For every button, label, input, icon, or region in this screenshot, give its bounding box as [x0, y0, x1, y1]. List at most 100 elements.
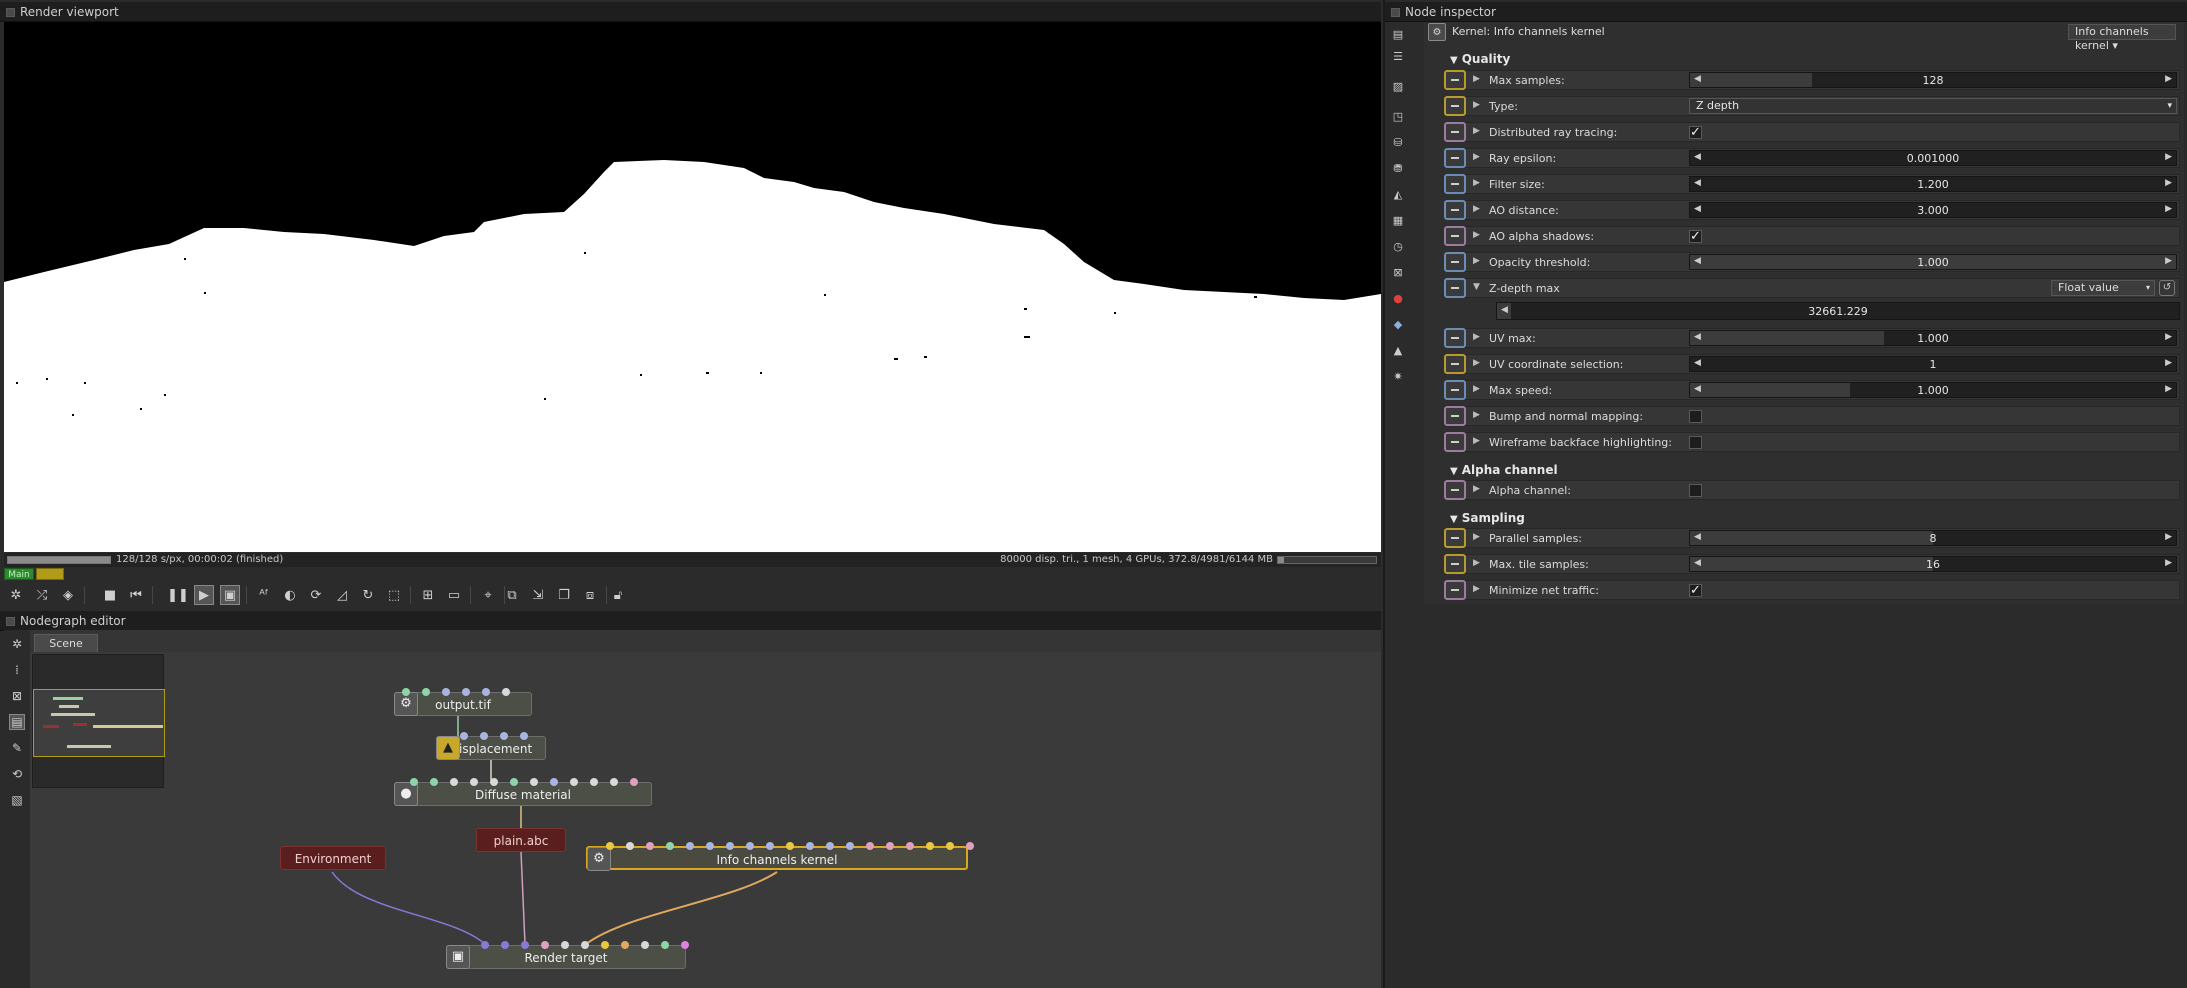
alpha-channel-checkbox[interactable] [1689, 484, 1702, 497]
input-pin[interactable] [520, 732, 528, 740]
input-pin[interactable] [726, 842, 734, 850]
expand-icon[interactable]: ▶ [1473, 230, 1480, 240]
zoom-region-icon[interactable]: ⊞ [418, 585, 438, 605]
panel-menu-icon[interactable] [1391, 8, 1400, 17]
expand-icon[interactable]: ▶ [1473, 436, 1480, 446]
input-pin[interactable] [646, 842, 654, 850]
distributed-checkbox[interactable]: ✓ [1689, 126, 1702, 139]
uv-coord-slider[interactable]: ◀ 1 ▶ [1689, 356, 2177, 372]
input-pin[interactable] [500, 732, 508, 740]
input-pin[interactable] [606, 842, 614, 850]
ao-alpha-checkbox[interactable]: ✓ [1689, 230, 1702, 243]
param-pin-icon[interactable] [1444, 200, 1466, 220]
expand-icon[interactable]: ▶ [1473, 584, 1480, 594]
expand-icon[interactable]: ▶ [1473, 256, 1480, 266]
texture-icon[interactable]: ◳ [1390, 108, 1406, 124]
cloud-icon[interactable]: ◆ [1390, 316, 1406, 332]
input-pin[interactable] [826, 842, 834, 850]
expand-icon[interactable]: ▶ [1473, 358, 1480, 368]
param-pin-icon[interactable] [1444, 70, 1466, 90]
input-pin[interactable] [766, 842, 774, 850]
input-pin[interactable] [481, 941, 489, 949]
layers-icon[interactable]: ❐ [554, 585, 574, 605]
input-pin[interactable] [746, 842, 754, 850]
paint-icon[interactable]: ✎ [9, 740, 25, 756]
input-pin[interactable] [510, 778, 518, 786]
input-pin[interactable] [462, 688, 470, 696]
region-icon[interactable]: ⬚ [384, 585, 404, 605]
expand-icon[interactable]: ▶ [1473, 100, 1480, 110]
max-tile-samples-slider[interactable]: ◀ 16 ▶ [1689, 556, 2177, 572]
param-pin-icon[interactable] [1444, 480, 1466, 500]
copy-icon[interactable]: ⧉ [502, 585, 522, 605]
grid-icon[interactable]: ⁞ [9, 662, 25, 678]
param-pin-icon[interactable] [1444, 252, 1466, 272]
filter-size-slider[interactable]: ◀ 1.200 ▶ [1689, 176, 2177, 192]
kernel-type-dropdown[interactable]: Info channels kernel ▾ [2068, 24, 2176, 52]
input-pin[interactable] [886, 842, 894, 850]
input-pin[interactable] [966, 842, 974, 850]
param-pin-icon[interactable] [1444, 278, 1466, 298]
input-pin[interactable] [521, 941, 529, 949]
clapper-icon[interactable]: ▧ [9, 792, 25, 808]
input-pin[interactable] [581, 941, 589, 949]
expand-icon[interactable]: ▶ [1473, 332, 1480, 342]
bump-checkbox[interactable] [1689, 410, 1702, 423]
param-pin-icon[interactable] [1444, 380, 1466, 400]
expand-icon[interactable]: ▶ [1473, 384, 1480, 394]
input-pin[interactable] [410, 778, 418, 786]
input-pin[interactable] [480, 732, 488, 740]
input-pin[interactable] [866, 842, 874, 850]
input-pin[interactable] [590, 778, 598, 786]
zdepth-max-slider[interactable]: ◀ 32661.229 [1496, 302, 2180, 320]
section-quality[interactable]: ▼ Quality [1450, 50, 1510, 68]
input-pin[interactable] [422, 688, 430, 696]
pause-icon[interactable]: ❚❚ [167, 585, 189, 605]
input-pin[interactable] [621, 941, 629, 949]
max-samples-slider[interactable]: ◀ 128 ▶ [1689, 72, 2177, 88]
expand-icon[interactable]: ▶ [1473, 532, 1480, 542]
outline-icon[interactable]: ☰ [1390, 48, 1406, 64]
expand-icon[interactable]: ▶ [1473, 484, 1480, 494]
main-tab[interactable]: Main [4, 568, 34, 580]
display-icon[interactable]: ▣ [220, 585, 240, 605]
expand-icon[interactable]: ▶ [1473, 74, 1480, 84]
collapse-icon[interactable]: ▼ [1473, 282, 1480, 292]
snapshot-icon[interactable]: ⧈ [580, 585, 600, 605]
input-pin[interactable] [402, 688, 410, 696]
expand-icon[interactable]: ▶ [1473, 204, 1480, 214]
mesh-icon[interactable]: ⛃ [1390, 160, 1406, 176]
expand-icon[interactable]: ▶ [1473, 178, 1480, 188]
input-pin[interactable] [460, 732, 468, 740]
section-sampling[interactable]: ▼ Sampling [1450, 509, 1525, 527]
nodegraph-canvas[interactable]: ⚙ output.tif ▲ Displacement ● Diffuse ma… [30, 652, 1381, 988]
secondary-tab[interactable] [36, 568, 64, 580]
input-pin[interactable] [706, 842, 714, 850]
picture-icon[interactable]: ▲ [1390, 342, 1406, 358]
param-pin-icon[interactable] [1444, 148, 1466, 168]
input-pin[interactable] [570, 778, 578, 786]
input-pin[interactable] [561, 941, 569, 949]
ao-distance-slider[interactable]: ◀ 3.000 ▶ [1689, 202, 2177, 218]
input-pin[interactable] [530, 778, 538, 786]
settings-icon[interactable]: ✷ [1390, 368, 1406, 384]
node-output-tif[interactable]: ⚙ output.tif [394, 692, 532, 716]
uv-max-slider[interactable]: ◀ 1.000 ▶ [1689, 330, 2177, 346]
input-pin[interactable] [686, 842, 694, 850]
input-pin[interactable] [442, 688, 450, 696]
shuffle-icon[interactable]: ⤮ [32, 585, 52, 605]
export-icon[interactable]: ⇲ [528, 585, 548, 605]
restart-icon[interactable]: ⏮ [126, 585, 146, 605]
panel-menu-icon[interactable] [6, 617, 15, 626]
node-environment[interactable]: Environment [280, 846, 386, 870]
input-pin[interactable] [482, 688, 490, 696]
param-pin-icon[interactable] [1444, 580, 1466, 600]
param-pin-icon[interactable] [1444, 528, 1466, 548]
color-wheel-icon[interactable]: ◐ [280, 585, 300, 605]
script-icon[interactable]: ⊠ [1390, 264, 1406, 280]
input-pin[interactable] [626, 842, 634, 850]
input-pin[interactable] [806, 842, 814, 850]
param-pin-icon[interactable] [1444, 432, 1466, 452]
input-pin[interactable] [541, 941, 549, 949]
param-pin-icon[interactable] [1444, 122, 1466, 142]
